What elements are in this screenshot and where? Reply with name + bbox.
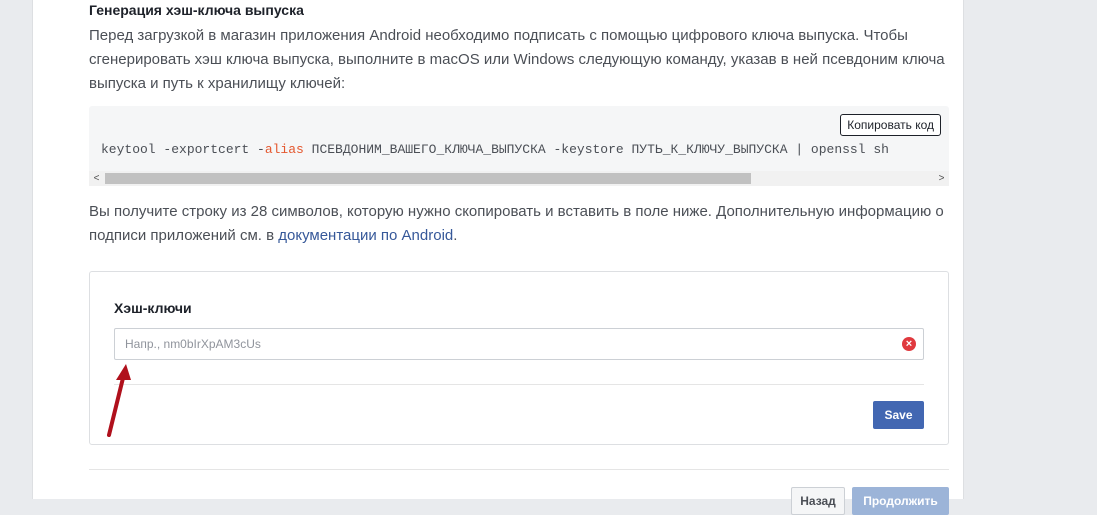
- hash-keys-title: Хэш-ключи: [114, 300, 192, 316]
- footer-divider: [89, 469, 949, 470]
- code-block: Копировать код keytool -exportcert -alia…: [89, 106, 949, 186]
- chevron-left-icon[interactable]: <: [89, 171, 104, 186]
- code-part-2: ПСЕВДОНИМ_ВАШЕГО_КЛЮЧА_ВЫПУСКА -keystore…: [303, 142, 889, 157]
- back-button[interactable]: Назад: [791, 487, 845, 515]
- hash-key-input[interactable]: [114, 328, 924, 360]
- info-paragraph: Вы получите строку из 28 символов, котор…: [89, 200, 949, 248]
- code-keyword: alias: [264, 142, 304, 157]
- hash-keys-card: Хэш-ключи × Save: [89, 271, 949, 445]
- clear-icon[interactable]: ×: [902, 337, 916, 351]
- section-heading: Генерация хэш-ключа выпуска: [89, 2, 304, 18]
- main-panel: Генерация хэш-ключа выпуска Перед загруз…: [32, 0, 964, 515]
- next-button[interactable]: Продолжить: [852, 487, 949, 515]
- chevron-right-icon[interactable]: >: [934, 171, 949, 186]
- copy-code-button[interactable]: Копировать код: [840, 114, 941, 136]
- horizontal-scrollbar[interactable]: < >: [89, 171, 949, 186]
- android-docs-link[interactable]: документации по Android: [278, 227, 453, 244]
- card-divider: [114, 384, 924, 385]
- info-text-end: .: [453, 227, 458, 244]
- code-line[interactable]: keytool -exportcert -alias ПСЕВДОНИМ_ВАШ…: [101, 142, 949, 157]
- annotation-arrow-icon: [107, 364, 131, 437]
- section-intro: Перед загрузкой в магазин приложения And…: [89, 27, 945, 92]
- info-text: Вы получите строку из 28 символов, котор…: [89, 203, 944, 244]
- scroll-thumb[interactable]: [105, 173, 751, 184]
- save-button[interactable]: Save: [873, 401, 924, 429]
- code-part-1: keytool -exportcert -: [101, 142, 265, 157]
